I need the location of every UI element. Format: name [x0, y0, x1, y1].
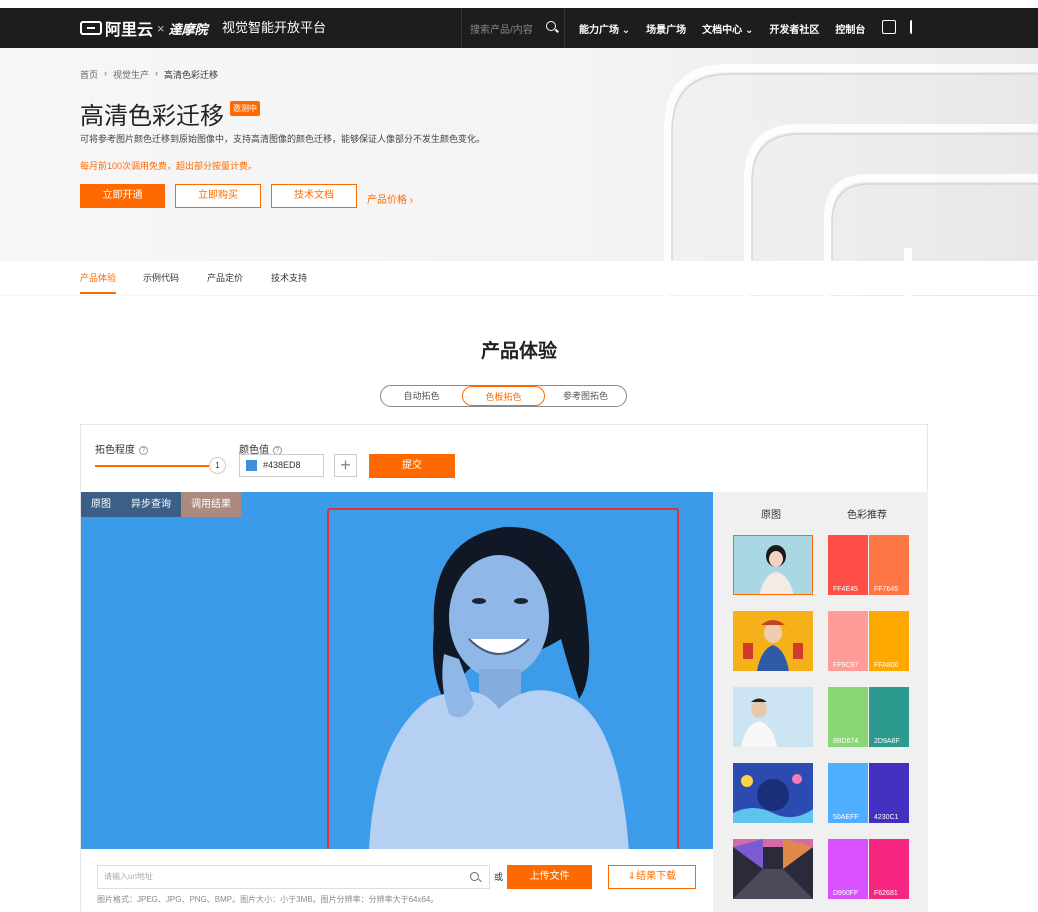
nav-link-community[interactable]: 开发者社区: [769, 21, 819, 36]
nav-links: 能力广场 ⌄ 场景广场 文档中心 ⌄ 开发者社区 控制台: [579, 8, 881, 48]
aliyun-logo-icon: [80, 21, 102, 35]
palette-chip[interactable]: 50AEFF: [828, 763, 868, 823]
submit-button[interactable]: 提交: [369, 454, 455, 478]
price-link[interactable]: 产品价格 ›: [367, 191, 413, 206]
image-stage: 原图 异步查询 调用结果: [81, 492, 713, 849]
user-avatar-icon[interactable]: [882, 20, 896, 34]
breadcrumb: 首页 › 视觉生产 › 高清色彩迁移: [80, 68, 218, 81]
buy-button[interactable]: 立即购买: [175, 184, 261, 208]
section-title: 产品体验: [480, 341, 557, 362]
breadcrumb-home[interactable]: 首页: [80, 68, 98, 81]
nav-link-docs[interactable]: 文档中心 ⌄: [702, 21, 753, 36]
tab-support[interactable]: 技术支持: [271, 271, 307, 284]
page-title: 高清色彩迁移: [80, 103, 224, 130]
search-icon[interactable]: [470, 872, 479, 881]
experience-panel: 拓色程度? 1 颜色值? #438ED8 + 提交 原图 异步查询 调用结果 原…: [80, 424, 928, 912]
sample-thumb-4[interactable]: [733, 763, 813, 823]
stage-tab-result[interactable]: 调用结果: [181, 492, 241, 517]
palette-chip[interactable]: F62681: [869, 839, 909, 899]
product-tabs: 产品体验 示例代码 产品定价 技术支持: [0, 261, 1038, 295]
degree-slider-handle[interactable]: 1: [209, 457, 226, 474]
or-text: 或: [494, 872, 504, 882]
docs-button[interactable]: 技术文档: [271, 184, 357, 208]
color-value-text: #438ED8: [263, 460, 301, 470]
mode-reference[interactable]: 参考图拓色: [545, 386, 626, 406]
upload-file-button[interactable]: 上传文件: [507, 865, 592, 889]
breadcrumb-category[interactable]: 视觉生产: [113, 68, 149, 81]
tab-sample-code[interactable]: 示例代码: [143, 271, 179, 284]
palette-4[interactable]: 50AEFF 4230C1: [828, 763, 909, 823]
sample-thumb-5[interactable]: [733, 839, 813, 899]
upload-row: 请输入url地址 或 上传文件 ⇓结果下载 图片格式：JPEG、JPG、PNG、…: [81, 849, 713, 912]
add-color-button[interactable]: +: [334, 454, 357, 477]
color-swatch[interactable]: [246, 460, 257, 471]
degree-label: 拓色程度?: [95, 441, 148, 456]
sample-thumb-2[interactable]: [733, 611, 813, 671]
breadcrumb-sep-icon: ›: [155, 68, 159, 78]
partner-logo: 達摩院: [168, 21, 208, 37]
url-input[interactable]: 请输入url地址: [97, 865, 490, 889]
palette-chip[interactable]: FF9C97: [828, 611, 868, 671]
tab-pricing[interactable]: 产品定价: [207, 271, 243, 284]
palette-2[interactable]: FF9C97 FFA800: [828, 611, 909, 671]
palette-chip[interactable]: FF7645: [869, 535, 909, 595]
activate-button[interactable]: 立即开通: [80, 184, 165, 208]
tab-experience[interactable]: 产品体验: [80, 271, 117, 294]
stage-tab-async[interactable]: 异步查询: [121, 492, 181, 517]
url-input-placeholder: 请输入url地址: [104, 872, 153, 881]
palette-chip[interactable]: FFA800: [869, 611, 909, 671]
nav-link-scenario[interactable]: 场景广场: [646, 21, 686, 36]
top-strip: [0, 0, 1038, 8]
palette-1[interactable]: FF4E45 FF7645: [828, 535, 909, 595]
palette-chip[interactable]: FF4E45: [828, 535, 868, 595]
nav-link-console[interactable]: 控制台: [835, 21, 865, 36]
mode-palette[interactable]: 色板拓色: [462, 386, 545, 406]
hero-banner: 首页 › 视觉生产 › 高清色彩迁移 高清色彩迁移 邀测中 可将参考图片颜色迁移…: [0, 48, 1038, 296]
hero-arch-decoration: [664, 64, 1038, 296]
product-description: 可将参考图片颜色迁移到原始图像中，支持高清图像的颜色迁移，能够保证人像部分不发生…: [80, 134, 486, 144]
palette-chip[interactable]: 4230C1: [869, 763, 909, 823]
color-value-input[interactable]: #438ED8: [239, 454, 324, 477]
format-note: 图片格式：JPEG、JPG、PNG、BMP。图片大小：小于3MB。图片分辨率：分…: [97, 895, 439, 904]
nav-search-placeholder: 搜索产品/内容: [470, 24, 533, 36]
sample-thumb-3[interactable]: [733, 687, 813, 747]
palette-5[interactable]: D950FF F62681: [828, 839, 909, 899]
logo-text: 阿里云: [105, 22, 154, 39]
nav-link-capability[interactable]: 能力广场 ⌄: [579, 21, 630, 36]
sample-thumb-1[interactable]: [733, 535, 813, 595]
top-nav: 阿里云 × 達摩院 视觉智能开放平台 搜索产品/内容 能力广场 ⌄ 场景广场 文…: [0, 8, 1038, 48]
stage-tabs: 原图 异步查询 调用结果: [81, 492, 241, 517]
help-icon[interactable]: ?: [139, 446, 148, 455]
platform-title[interactable]: 视觉智能开放平台: [222, 8, 326, 48]
stage-tab-original[interactable]: 原图: [81, 492, 121, 517]
menu-icon[interactable]: [910, 20, 920, 34]
palette-chip[interactable]: 8BD674: [828, 687, 868, 747]
palette-chip[interactable]: 2D9A8F: [869, 687, 909, 747]
breadcrumb-current: 高清色彩迁移: [164, 70, 219, 80]
sample-side-panel: 原图 色彩推荐 FF4E45 FF7645 FF9C97 FFA800 8BD6…: [713, 492, 928, 912]
free-quota-note: 每月前100次调用免费，超出部分按量计费。: [80, 161, 258, 171]
download-result-button[interactable]: ⇓结果下载: [608, 865, 696, 889]
nav-right-icons: [882, 20, 920, 34]
mode-auto[interactable]: 自动拓色: [381, 386, 462, 406]
selection-rectangle: [327, 508, 679, 849]
side-original-header: 原图: [761, 510, 781, 521]
aliyun-logo[interactable]: 阿里云 × 達摩院: [80, 8, 208, 48]
search-icon[interactable]: [546, 21, 556, 31]
breadcrumb-sep-icon: ›: [104, 68, 108, 78]
degree-slider-track[interactable]: [95, 465, 213, 467]
mode-switch: 自动拓色 色板拓色 参考图拓色: [380, 385, 627, 407]
palette-chip[interactable]: D950FF: [828, 839, 868, 899]
nav-search-input[interactable]: 搜索产品/内容: [461, 8, 565, 48]
logo-separator: ×: [157, 20, 165, 36]
status-badge: 邀测中: [230, 101, 260, 116]
palette-3[interactable]: 8BD674 2D9A8F: [828, 687, 909, 747]
side-recommend-header: 色彩推荐: [847, 510, 887, 521]
